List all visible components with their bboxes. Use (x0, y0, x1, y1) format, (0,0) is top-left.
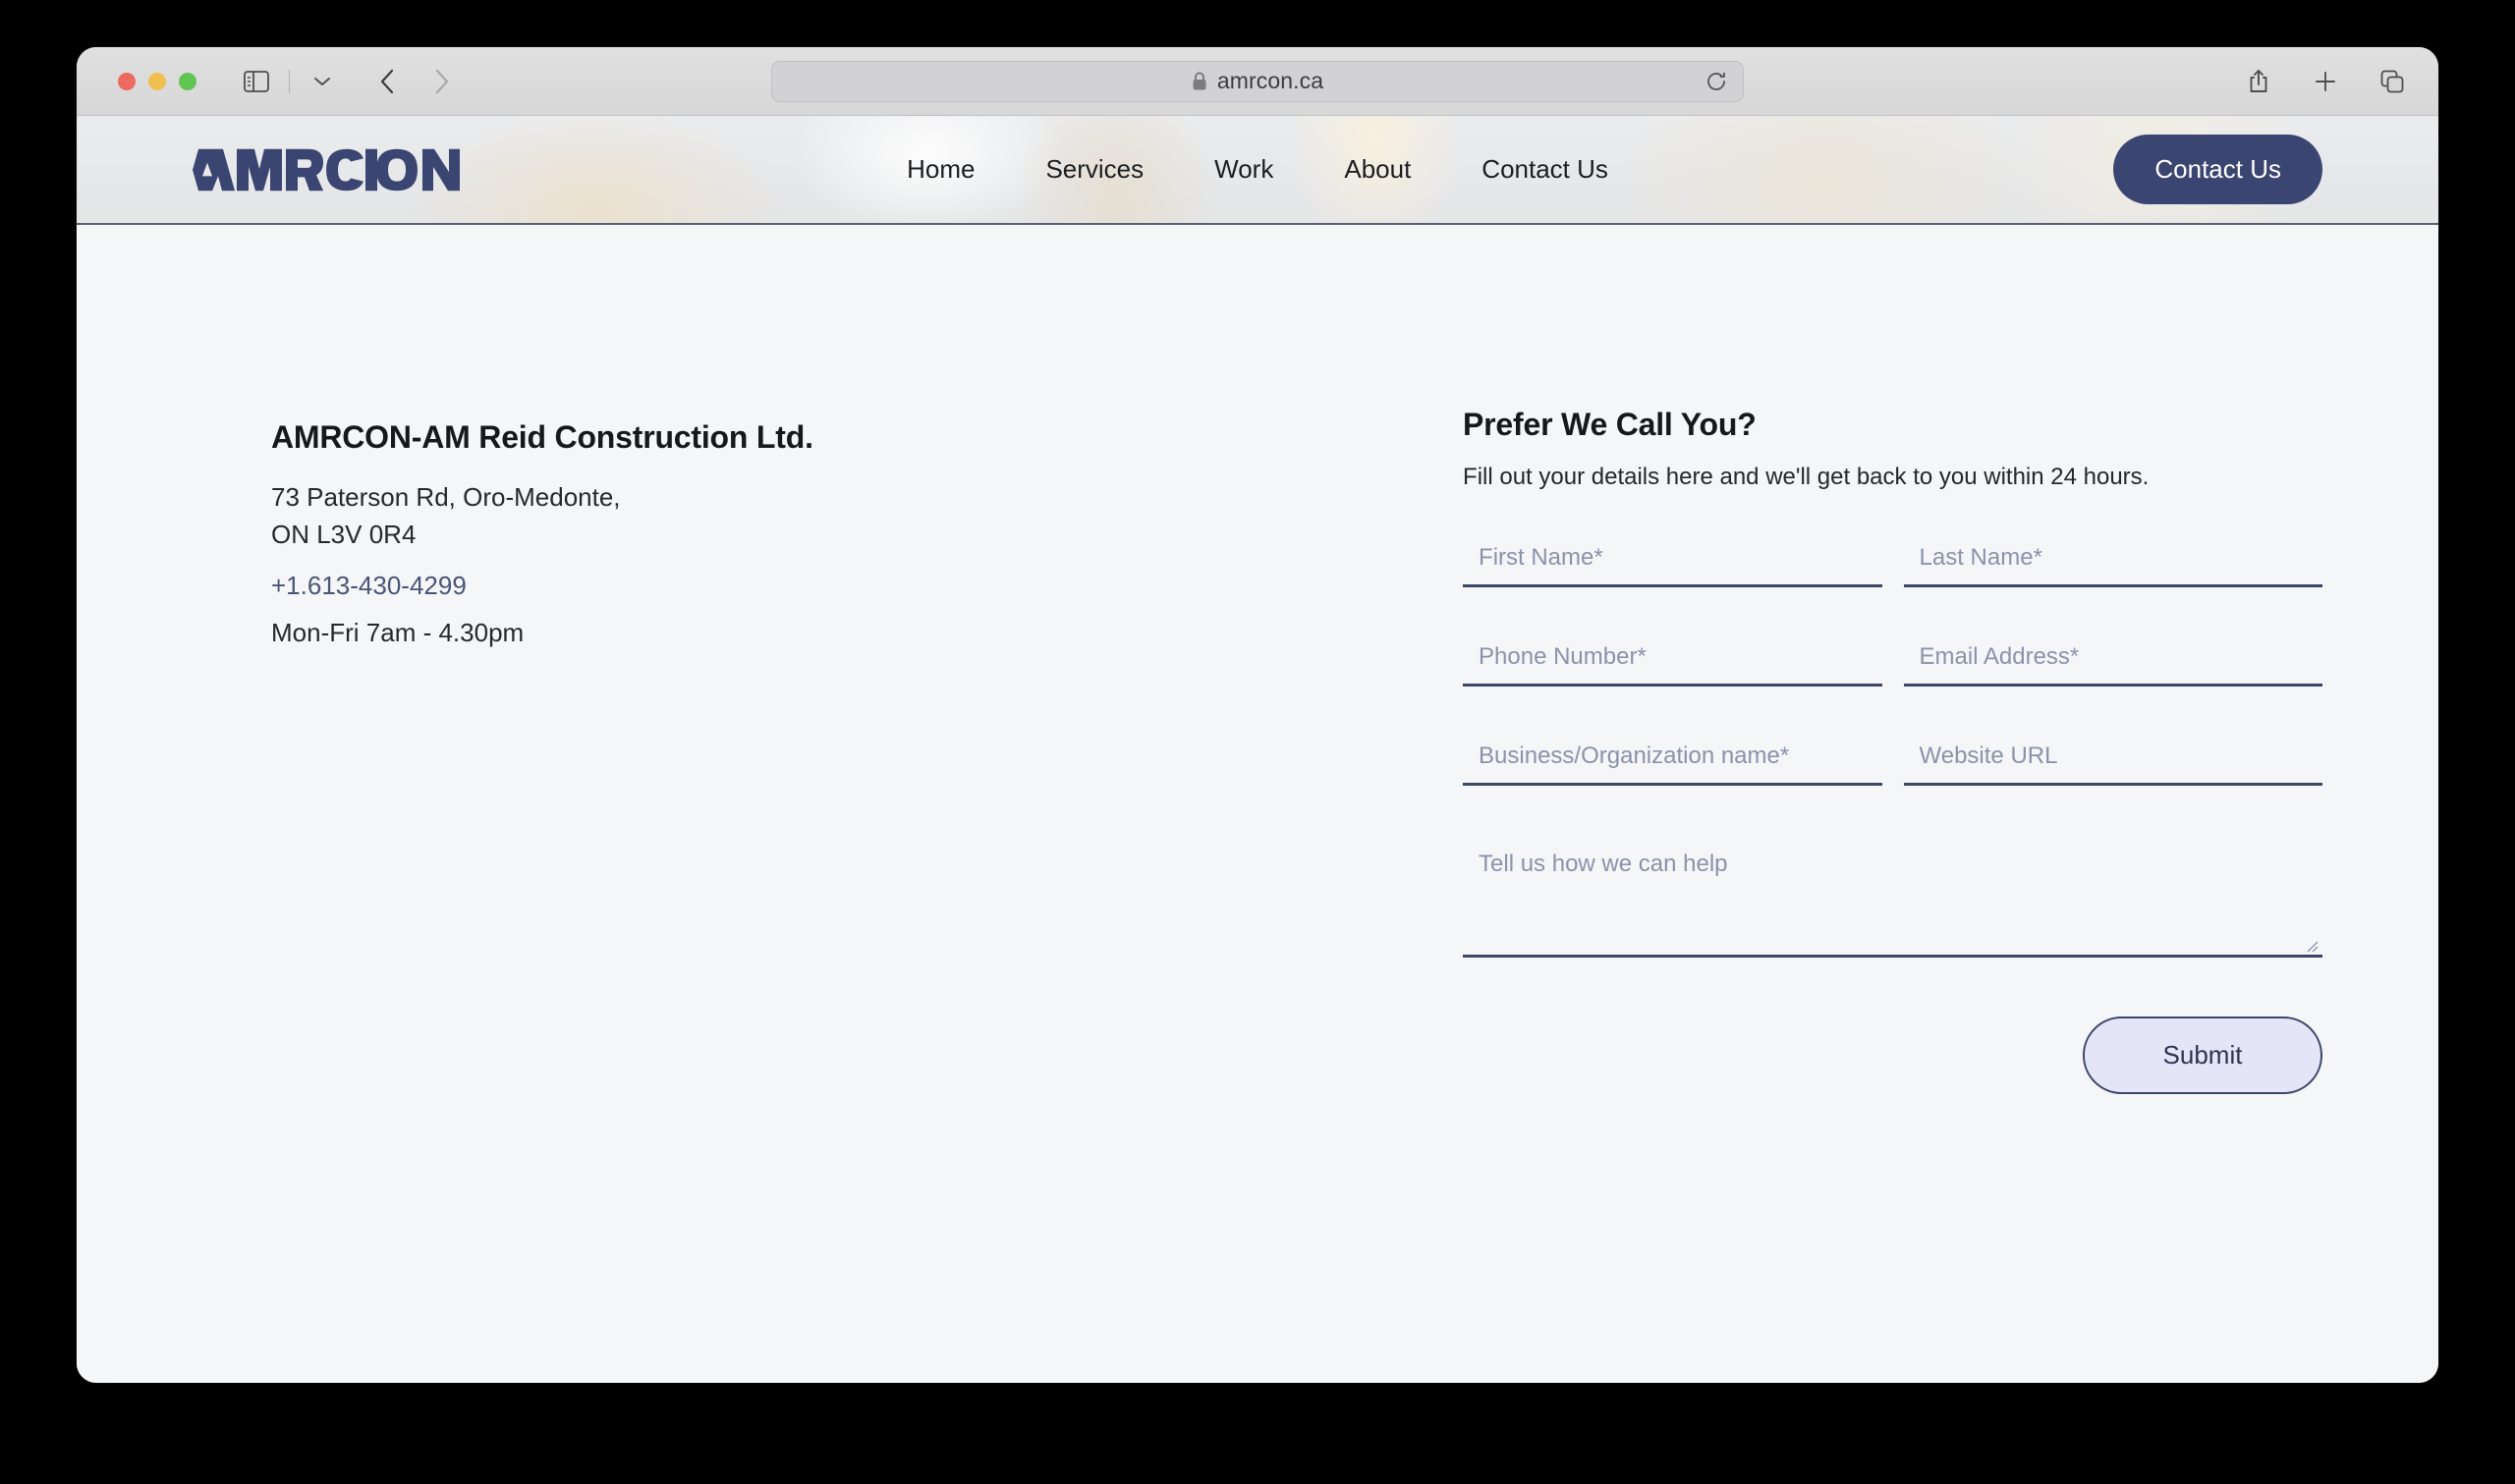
company-name: AMRCON-AM Reid Construction Ltd. (271, 419, 813, 455)
form-row-business (1463, 737, 2322, 786)
lock-icon (1192, 71, 1207, 91)
url-text: amrcon.ca (1216, 68, 1324, 93)
email-address-field (1903, 637, 2322, 687)
message-field (1463, 836, 2322, 962)
submit-row: Submit (1463, 1017, 2322, 1094)
nav-item-home[interactable]: Home (907, 154, 975, 185)
window-controls (118, 72, 196, 90)
header-inner: Home Services Work About Contact Us Cont… (77, 116, 2438, 223)
sidebar-controls (236, 61, 343, 102)
forward-button[interactable] (421, 61, 463, 102)
website-url-field (1903, 737, 2322, 786)
first-name-input[interactable] (1463, 538, 1882, 587)
toolbar-divider (289, 69, 290, 93)
history-navigation (366, 61, 463, 102)
tab-overview-icon[interactable] (2372, 61, 2413, 102)
contact-page-content: AMRCON-AM Reid Construction Ltd. 73 Pate… (77, 225, 2438, 1094)
maximize-window-button[interactable] (179, 72, 196, 90)
business-name-input[interactable] (1463, 737, 1882, 786)
toolbar-right-actions (2238, 61, 2413, 102)
form-row-name (1463, 538, 2322, 587)
form-title: Prefer We Call You? (1463, 407, 1757, 442)
business-name-field (1463, 737, 1882, 786)
plus-icon[interactable] (2305, 61, 2346, 102)
header-contact-us-button[interactable]: Contact Us (2113, 135, 2322, 204)
browser-toolbar: amrcon.ca (77, 47, 2438, 116)
safari-browser-window: amrcon.ca Home Services Work About Conta… (77, 47, 2438, 1383)
share-icon[interactable] (2238, 61, 2279, 102)
nav-item-work[interactable]: Work (1214, 154, 1273, 185)
form-row-contact (1463, 637, 2322, 687)
address-bar[interactable]: amrcon.ca (771, 60, 1744, 102)
website-url-input[interactable] (1903, 737, 2322, 786)
company-info-column: AMRCON-AM Reid Construction Ltd. 73 Pate… (193, 407, 1463, 1094)
address-bar-content: amrcon.ca (1192, 68, 1323, 94)
address-line-1: 73 Paterson Rd, Oro-Medonte, (271, 482, 621, 512)
phone-number-field (1463, 637, 1882, 687)
reload-icon[interactable] (1705, 71, 1727, 92)
back-button[interactable] (366, 61, 408, 102)
address-line-2: ON L3V 0R4 (271, 520, 417, 550)
first-name-field (1463, 538, 1882, 587)
message-textarea[interactable] (1463, 836, 2322, 958)
submit-button[interactable]: Submit (2083, 1017, 2322, 1094)
last-name-input[interactable] (1903, 538, 2322, 587)
business-hours: Mon-Fri 7am - 4.30pm (271, 618, 525, 648)
nav-item-contact-us[interactable]: Contact Us (1481, 154, 1608, 185)
close-window-button[interactable] (118, 72, 136, 90)
desktop-backdrop: amrcon.ca Home Services Work About Conta… (0, 0, 2515, 1484)
sidebar-icon[interactable] (236, 61, 277, 102)
address-bar-container: amrcon.ca (771, 60, 1744, 102)
callback-form-column: Prefer We Call You? Fill out your detail… (1463, 407, 2322, 1094)
main-navigation: Home Services Work About Contact Us (907, 154, 1608, 185)
form-subtitle: Fill out your details here and we'll get… (1463, 464, 2150, 490)
amrcon-logo[interactable] (193, 147, 493, 192)
last-name-field (1903, 538, 2322, 587)
phone-number-input[interactable] (1463, 637, 1882, 687)
page-body: AMRCON-AM Reid Construction Ltd. 73 Pate… (77, 225, 2438, 1383)
email-address-input[interactable] (1903, 637, 2322, 687)
nav-item-about[interactable]: About (1344, 154, 1411, 185)
minimize-window-button[interactable] (148, 72, 166, 90)
chevron-down-icon[interactable] (302, 61, 343, 102)
phone-number-link[interactable]: +1.613-430-4299 (271, 571, 467, 601)
site-header: Home Services Work About Contact Us Cont… (77, 116, 2438, 225)
nav-item-services[interactable]: Services (1045, 154, 1144, 185)
